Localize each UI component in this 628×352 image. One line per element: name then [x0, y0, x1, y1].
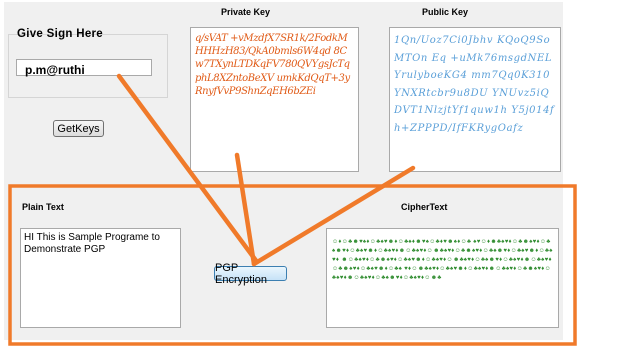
cipher-text-output[interactable]: ☺♦☺♣☻♥♠♦☺♣♠♥☻♦☺♣♠♦☻♥♠☺♣♦♥☻♠♦☺♣ ♠♥☺♦☻♣♠♥♦…	[326, 228, 559, 328]
public-key-output[interactable]: 1Qn/Uoz7Ci0Jbhv KQoQ9SoMTOn Eq +uMk76msg…	[389, 27, 561, 172]
cipher-text-title: CipherText	[401, 202, 448, 212]
getkeys-button[interactable]: GetKeys	[53, 120, 104, 137]
private-key-output[interactable]: q/sVAT +vMzdfX7SR1k/2FodkMHHHzH83/QkA0bm…	[190, 27, 359, 172]
public-key-title: Public Key	[422, 7, 469, 17]
sign-input[interactable]: p.m@ruthi	[16, 59, 152, 77]
sign-title: Give Sign Here	[17, 28, 104, 40]
pgp-encryption-button[interactable]: PGP Encryption	[214, 262, 287, 286]
plain-text-input[interactable]: HI This is Sample Programe to Demonstrat…	[20, 228, 181, 328]
plain-text-title: Plain Text	[22, 202, 64, 212]
private-key-title: Private Key	[221, 7, 271, 17]
